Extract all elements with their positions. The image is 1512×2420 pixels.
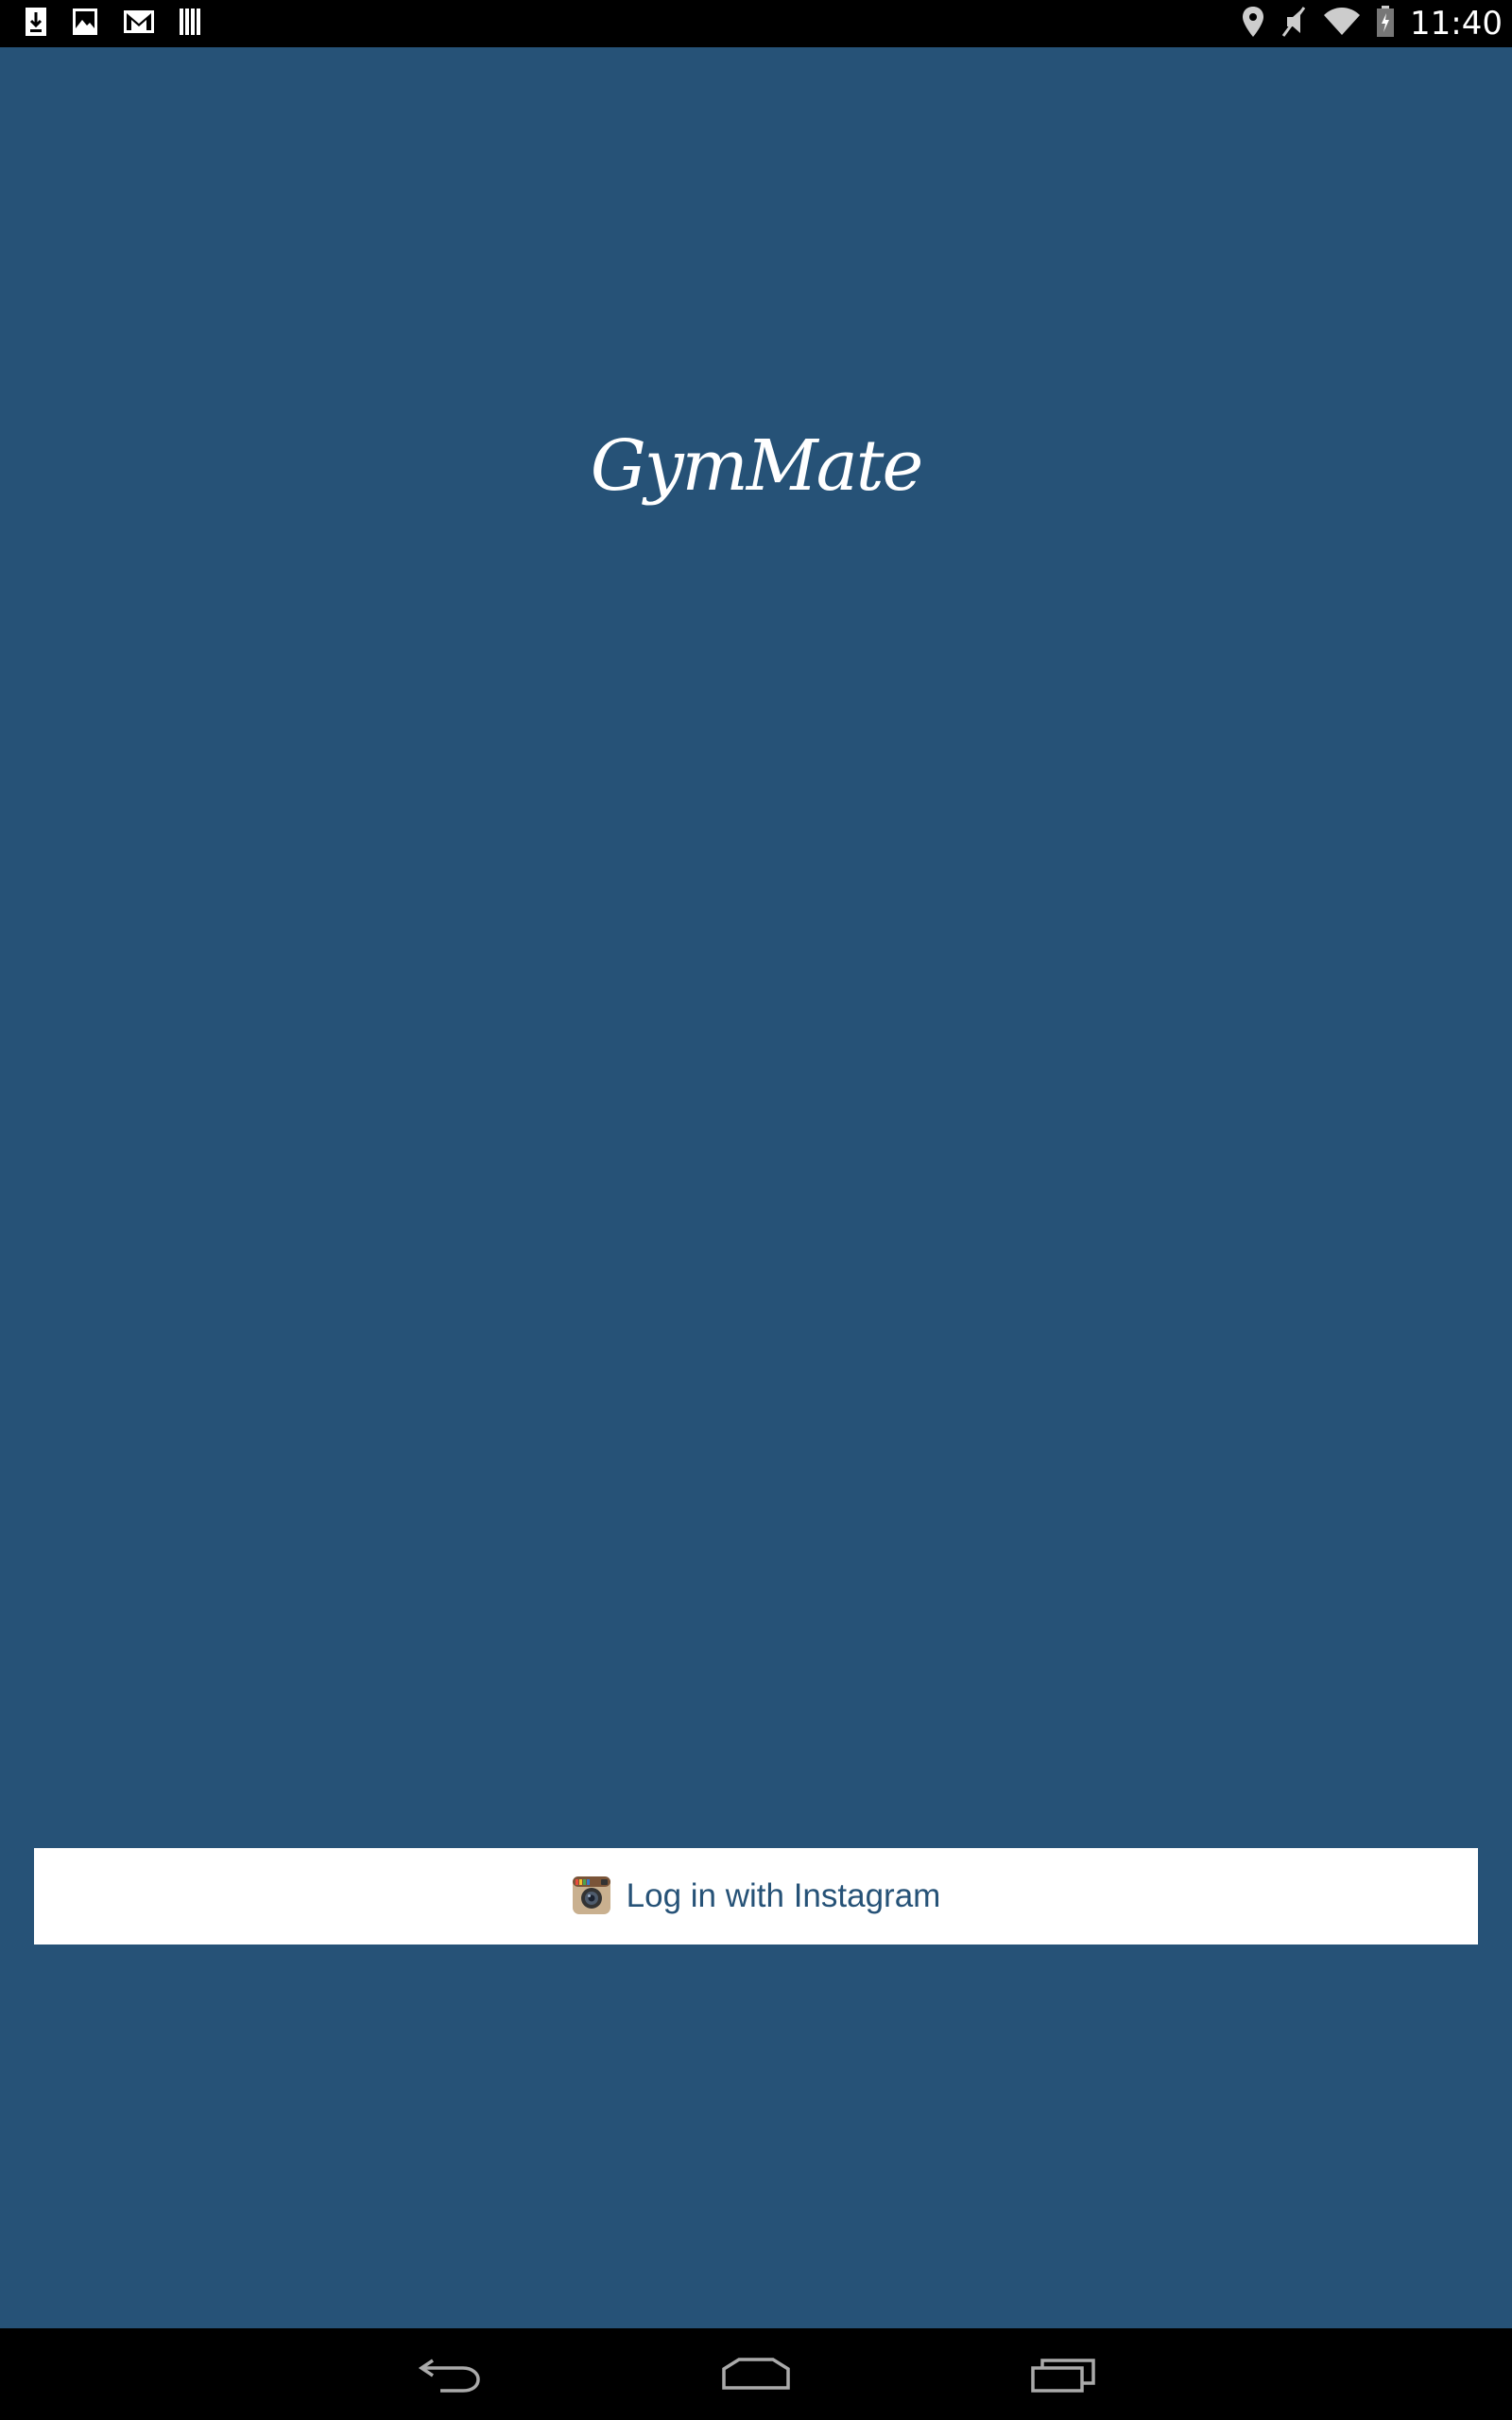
- barcode-icon: [180, 8, 202, 41]
- instagram-login-label: Log in with Instagram: [626, 1877, 941, 1914]
- home-icon: [720, 2356, 792, 2396]
- mute-icon: [1280, 6, 1308, 43]
- screen: 11:40 GymMate Log in with Instagram: [0, 0, 1512, 2420]
- home-button[interactable]: [699, 2349, 813, 2402]
- navigation-bar: [0, 2328, 1512, 2420]
- back-button[interactable]: [393, 2349, 507, 2402]
- instagram-icon: [572, 1876, 611, 1918]
- gmail-icon: [123, 9, 155, 39]
- clock: 11:40: [1410, 5, 1503, 43]
- location-icon: [1242, 6, 1264, 43]
- wifi-icon: [1323, 7, 1361, 42]
- battery-icon: [1376, 5, 1395, 43]
- download-icon: [25, 7, 47, 42]
- status-bar: 11:40: [0, 0, 1512, 47]
- image-icon: [72, 8, 98, 41]
- status-bar-system: 11:40: [1242, 5, 1503, 43]
- status-bar-notifications: [25, 7, 202, 42]
- back-icon: [416, 2355, 484, 2397]
- recent-apps-icon: [1029, 2355, 1097, 2397]
- app-logo: GymMate: [590, 425, 924, 507]
- instagram-login-button[interactable]: Log in with Instagram: [34, 1848, 1478, 1945]
- login-screen: GymMate Log in with Instagram: [0, 47, 1512, 2328]
- recent-apps-button[interactable]: [1006, 2349, 1120, 2402]
